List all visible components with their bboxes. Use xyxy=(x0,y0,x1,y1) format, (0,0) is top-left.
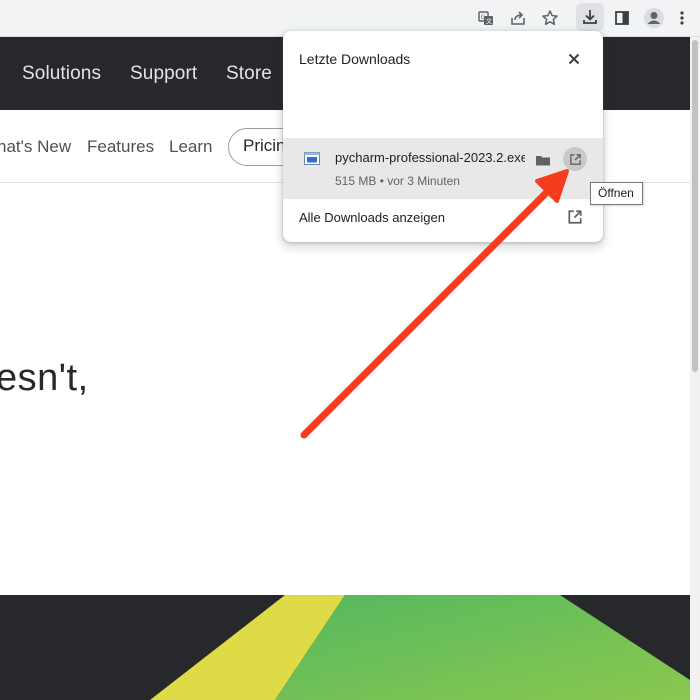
profile-icon[interactable] xyxy=(641,5,667,31)
show-all-downloads-link[interactable]: Alle Downloads anzeigen xyxy=(299,210,445,225)
svg-text:G: G xyxy=(481,14,486,21)
sub-nav-learn[interactable]: Learn xyxy=(169,137,212,157)
open-in-new-icon[interactable] xyxy=(567,209,583,225)
folder-icon[interactable] xyxy=(533,150,553,170)
downloads-popup: Letzte Downloads pycharm-professional-20… xyxy=(283,31,603,242)
side-panel-icon[interactable] xyxy=(609,5,635,31)
more-menu-icon[interactable] xyxy=(674,5,690,31)
page-main-content: esn't, xyxy=(0,183,690,595)
share-icon[interactable] xyxy=(505,5,531,31)
hero-headline: esn't, xyxy=(0,357,89,399)
nav-store[interactable]: Store xyxy=(226,63,272,85)
hero-graphic xyxy=(0,595,690,700)
exe-file-icon xyxy=(304,152,320,165)
nav-support[interactable]: Support xyxy=(130,63,197,85)
scrollbar-thumb[interactable] xyxy=(692,40,698,372)
popup-title: Letzte Downloads xyxy=(299,51,411,67)
nav-solutions[interactable]: Solutions xyxy=(22,63,101,85)
close-icon[interactable] xyxy=(564,49,584,69)
download-file-meta: 515 MB • vor 3 Minuten xyxy=(335,174,460,188)
sub-nav-features[interactable]: Features xyxy=(87,137,154,157)
hero-graphic-shapes xyxy=(150,595,690,700)
download-icon[interactable] xyxy=(576,3,604,31)
open-tooltip: Öffnen xyxy=(590,182,643,205)
bookmark-star-icon[interactable] xyxy=(537,5,563,31)
open-external-icon[interactable] xyxy=(563,147,587,171)
download-item[interactable]: pycharm-professional-2023.2.exe 515 MB •… xyxy=(283,138,603,199)
download-file-name[interactable]: pycharm-professional-2023.2.exe xyxy=(335,150,525,165)
sub-nav-whats-new[interactable]: hat's New xyxy=(0,137,71,157)
translate-icon[interactable]: 文G xyxy=(473,5,499,31)
svg-text:文: 文 xyxy=(486,18,492,26)
